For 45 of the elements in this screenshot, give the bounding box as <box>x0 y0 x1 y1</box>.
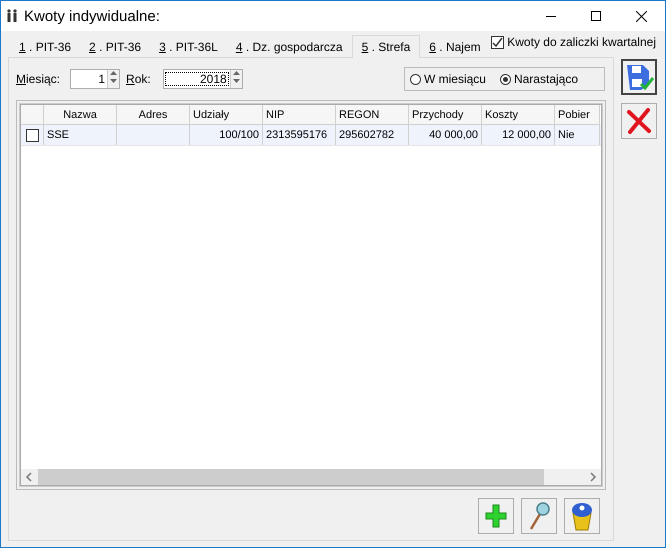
cancel-button[interactable] <box>621 103 657 139</box>
close-icon[interactable] <box>636 10 647 22</box>
radio-option[interactable]: Narastająco <box>500 72 578 86</box>
maximize-icon[interactable] <box>591 11 601 21</box>
table-cell: SSE <box>47 129 70 141</box>
spin-arrows-icon[interactable] <box>232 70 240 84</box>
trash-button[interactable] <box>564 498 600 534</box>
tab[interactable]: 5 . Strefa <box>352 35 420 58</box>
trash-can-icon[interactable] <box>570 501 594 531</box>
tab[interactable]: 2 . PIT-36 <box>80 37 150 57</box>
column-header[interactable]: Nazwa <box>44 105 117 125</box>
year-label: Rok: <box>126 72 151 86</box>
window-title: Kwoty indywidualne: <box>24 8 160 24</box>
tab[interactable]: 1 . PIT-36 <box>10 37 80 57</box>
quarterly-checkbox[interactable]: Kwoty do zaliczki kwartalnej <box>491 35 656 49</box>
column-header[interactable]: REGON <box>336 105 409 125</box>
spin-arrows-icon[interactable] <box>110 70 118 84</box>
table-cell: Nie <box>558 129 575 141</box>
column-header[interactable]: Udziały <box>190 105 263 125</box>
plus-icon[interactable] <box>485 504 507 528</box>
column-header[interactable]: Koszty <box>482 105 555 125</box>
tab[interactable]: 4 . Dz. gospodarcza <box>226 37 352 57</box>
column-header[interactable]: NIP <box>263 105 336 125</box>
tab[interactable]: 3 . PIT-36L <box>150 37 227 57</box>
column-header[interactable]: Adres <box>117 105 190 125</box>
tab[interactable]: 6 . Najem <box>420 37 490 57</box>
horizontal-scrollbar[interactable] <box>20 469 602 486</box>
add-button[interactable] <box>478 498 514 534</box>
check-icon[interactable] <box>492 36 504 48</box>
table-cell: 12 000,00 <box>502 129 551 141</box>
column-header[interactable]: Przychody <box>409 105 482 125</box>
year-spinner[interactable]: 2018 <box>162 69 243 89</box>
month-label: Miesiąc: <box>16 72 60 86</box>
column-header[interactable]: Pobier <box>555 105 600 125</box>
magnifier-icon[interactable] <box>528 501 550 531</box>
table-cell: 2313595176 <box>266 129 328 141</box>
magnifier-button[interactable] <box>521 498 557 534</box>
table-row[interactable]: SSE 100/100 2313595176 295602782 40 000,00 12 000,00 Nie <box>21 125 601 146</box>
radio-option[interactable]: W miesiącu <box>410 72 486 86</box>
row-checkbox[interactable] <box>26 128 38 142</box>
table-cell: 100/100 <box>219 129 259 141</box>
month-spinner[interactable]: 1 <box>70 69 120 89</box>
table-cell: 295602782 <box>339 129 394 141</box>
table-cell: 40 000,00 <box>429 129 478 141</box>
cross-icon[interactable] <box>626 108 652 134</box>
